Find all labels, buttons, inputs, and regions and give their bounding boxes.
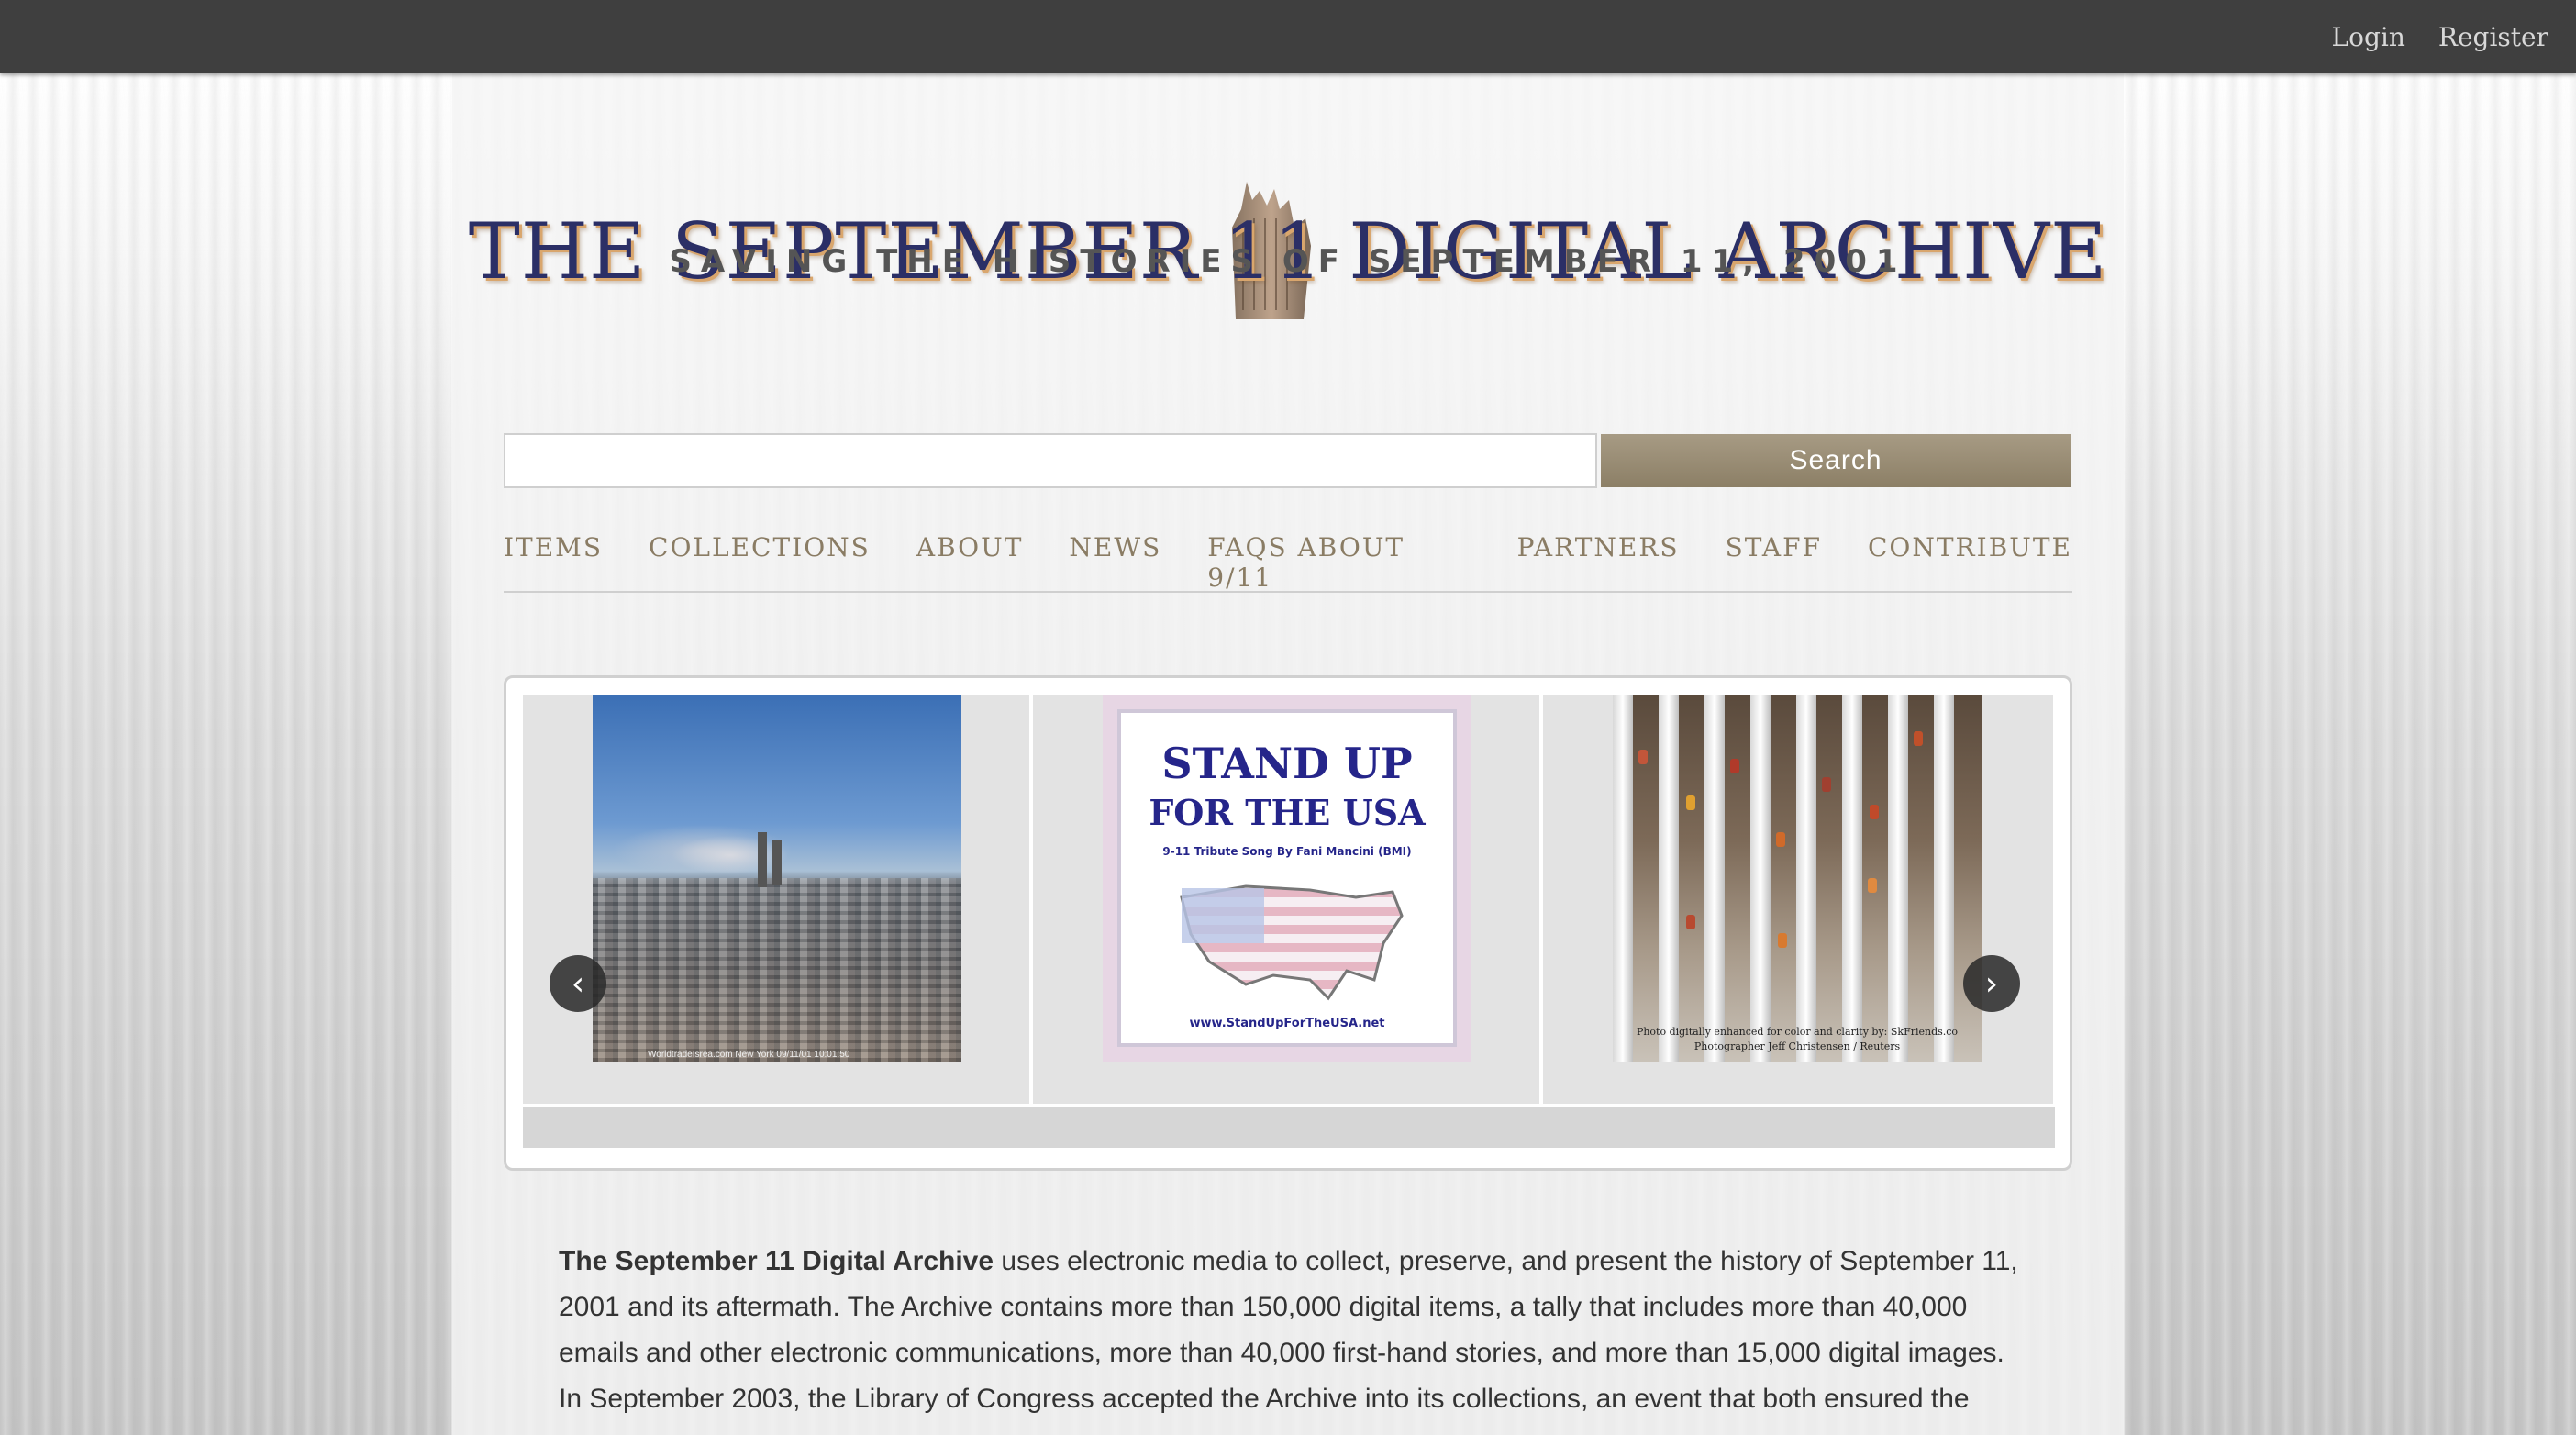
nav-item-partners[interactable]: PARTNERS bbox=[1517, 527, 1680, 562]
figure-shape bbox=[1822, 777, 1831, 792]
carousel-slide[interactable]: WorldtradeIsrea.com New York 09/11/01 10… bbox=[523, 695, 1033, 1104]
site-subtitle: SAVING THE HISTORIES OF SEPTEMBER 11, 20… bbox=[669, 243, 1907, 280]
figure-shape bbox=[1686, 795, 1695, 810]
tower-shape bbox=[758, 832, 767, 887]
carousel-slides: WorldtradeIsrea.com New York 09/11/01 10… bbox=[523, 695, 2055, 1104]
nav-item-about[interactable]: ABOUT bbox=[916, 527, 1024, 562]
top-bar: Login Register bbox=[0, 0, 2576, 73]
carousel-caption-bar bbox=[523, 1107, 2055, 1148]
slide-poster-title: STAND UP FOR THE USA bbox=[1117, 739, 1457, 838]
carousel-prev-button[interactable]: ‹ bbox=[550, 955, 606, 1012]
poster-title-line: FOR THE USA bbox=[1149, 792, 1426, 833]
carousel-slide[interactable]: STAND UP FOR THE USA 9-11 Tribute Song B… bbox=[1033, 695, 1543, 1104]
figure-shape bbox=[1638, 750, 1648, 764]
figure-shape bbox=[1686, 915, 1695, 929]
figure-shape bbox=[1778, 933, 1787, 948]
figure-shape bbox=[1776, 832, 1785, 847]
figure-shape bbox=[1870, 805, 1879, 819]
intro-paragraph: The September 11 Digital Archive uses el… bbox=[559, 1239, 2026, 1422]
facade-column bbox=[1888, 695, 1908, 1062]
city-buildings bbox=[593, 878, 961, 1062]
poster-url: www.StandUpForTheUSA.net bbox=[1189, 1017, 1385, 1030]
slide-image-nyc-skyline[interactable]: WorldtradeIsrea.com New York 09/11/01 10… bbox=[593, 695, 961, 1062]
poster-title-line: STAND UP bbox=[1161, 739, 1413, 788]
nav-item-staff[interactable]: STAFF bbox=[1726, 527, 1822, 562]
login-link[interactable]: Login bbox=[2332, 22, 2405, 52]
facade-column bbox=[1750, 695, 1771, 1062]
carousel-slide[interactable]: Photo digitally enhanced for color and c… bbox=[1543, 695, 2053, 1104]
nav-item-contribute[interactable]: CONTRIBUTE bbox=[1868, 527, 2072, 562]
search-button[interactable]: Search bbox=[1601, 434, 2071, 487]
search-input[interactable] bbox=[504, 433, 1597, 488]
slide-caption: Photo digitally enhanced for color and c… bbox=[1613, 1025, 1982, 1054]
nav-item-news[interactable]: NEWS bbox=[1069, 527, 1161, 562]
carousel-next-button[interactable]: › bbox=[1963, 955, 2020, 1012]
main-nav: ITEMS COLLECTIONS ABOUT NEWS FAQS ABOUT … bbox=[504, 527, 2072, 593]
poster-subtitle: 9-11 Tribute Song By Fani Mancini (BMI) bbox=[1162, 845, 1412, 858]
figure-shape bbox=[1730, 759, 1739, 773]
site-logo[interactable]: THE SEPTEMBER 11 DIGITAL ARCHIVE SAVING … bbox=[452, 165, 2124, 395]
slide-image-tower-facade[interactable]: Photo digitally enhanced for color and c… bbox=[1613, 695, 1982, 1062]
slide-caption: WorldtradeIsrea.com New York 09/11/01 10… bbox=[648, 1050, 850, 1060]
intro-bold-title: The September 11 Digital Archive bbox=[559, 1246, 994, 1276]
facade-column bbox=[1934, 695, 1954, 1062]
search-bar: Search bbox=[504, 433, 2072, 488]
facade-column bbox=[1796, 695, 1816, 1062]
figure-shape bbox=[1868, 878, 1877, 893]
facade-column bbox=[1613, 695, 1633, 1062]
facade-column bbox=[1704, 695, 1725, 1062]
caption-line: Photographer Jeff Christensen / Reuters bbox=[1693, 1040, 1901, 1052]
tower-shape bbox=[772, 840, 782, 885]
register-link[interactable]: Register bbox=[2438, 22, 2548, 52]
nav-item-collections[interactable]: COLLECTIONS bbox=[649, 527, 871, 562]
facade-column bbox=[1842, 695, 1862, 1062]
slide-image-stand-up-usa[interactable]: STAND UP FOR THE USA 9-11 Tribute Song B… bbox=[1103, 695, 1471, 1062]
nav-item-items[interactable]: ITEMS bbox=[504, 527, 603, 562]
caption-line: Photo digitally enhanced for color and c… bbox=[1636, 1026, 1959, 1038]
usa-flag-map-icon bbox=[1180, 884, 1404, 1001]
figure-shape bbox=[1914, 731, 1923, 746]
nav-item-faqs[interactable]: FAQS ABOUT 9/11 bbox=[1207, 527, 1471, 593]
main-container: THE SEPTEMBER 11 DIGITAL ARCHIVE SAVING … bbox=[452, 73, 2124, 1435]
featured-carousel: WorldtradeIsrea.com New York 09/11/01 10… bbox=[504, 675, 2072, 1171]
facade-column bbox=[1659, 695, 1679, 1062]
auth-links: Login Register bbox=[2332, 0, 2548, 73]
